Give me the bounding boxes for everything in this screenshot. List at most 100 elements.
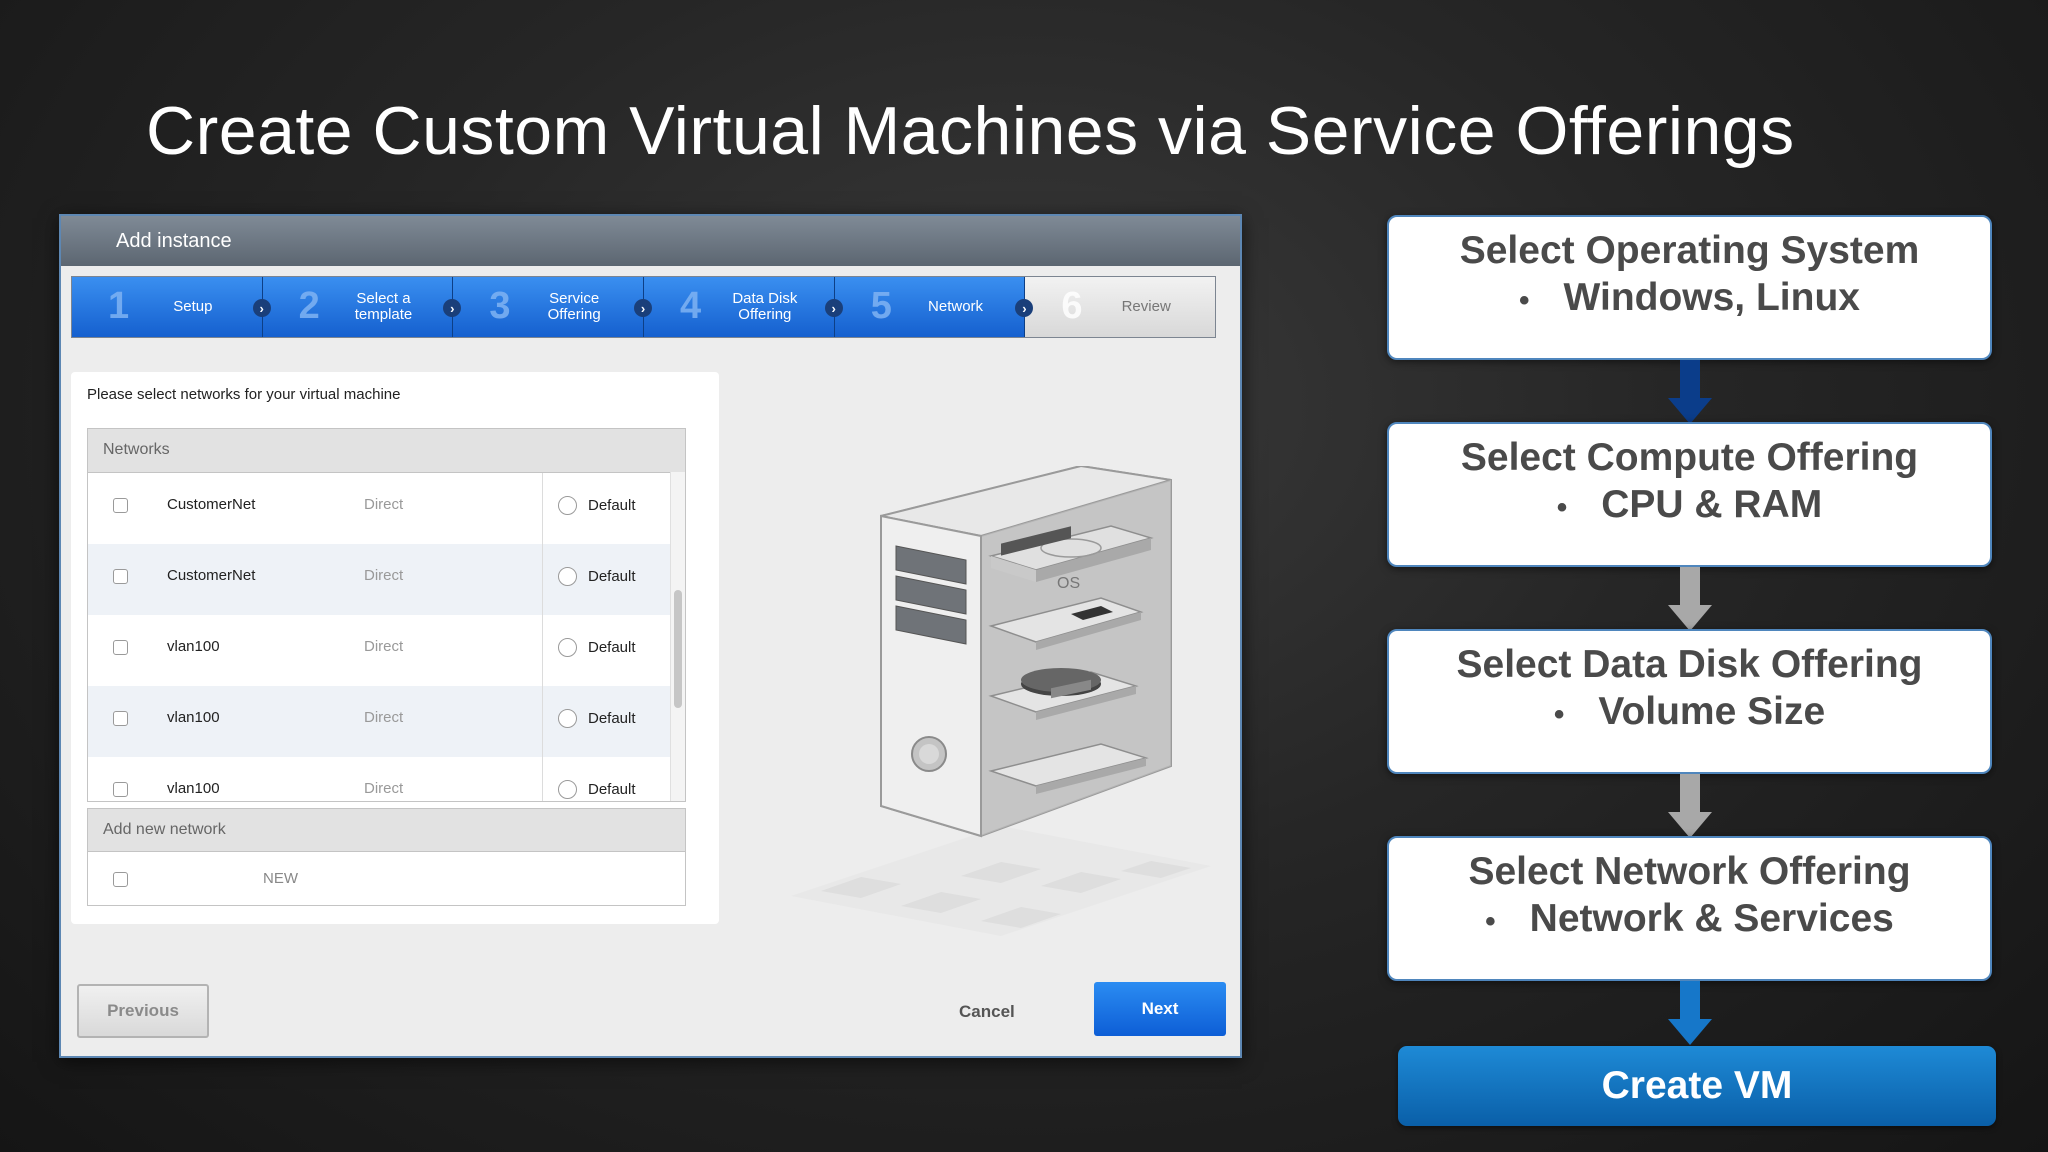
flow-step-compute-offering: Select Compute Offering • CPU & RAM — [1387, 422, 1992, 567]
network-name: CustomerNet — [167, 496, 256, 513]
network-checkbox[interactable] — [113, 640, 128, 655]
bullet-icon: • — [1556, 491, 1568, 524]
flow-step-title: Select Operating System — [1459, 229, 1920, 272]
flow-step-detail: • Network & Services — [1389, 897, 1990, 941]
bullet-icon: • — [1485, 905, 1496, 938]
step-number: 4 — [680, 285, 702, 327]
flow-detail-text: Network & Services — [1529, 897, 1894, 940]
network-row: CustomerNet Direct Default — [88, 473, 685, 544]
flow-step-detail: • Windows, Linux — [1389, 276, 1990, 320]
floor-grid — [791, 826, 1211, 936]
network-row: vlan100 Direct Default — [88, 757, 685, 801]
bullet-icon: • — [1519, 284, 1530, 317]
default-radio[interactable] — [558, 496, 577, 515]
column-divider — [542, 757, 543, 801]
networks-header: Networks — [88, 429, 685, 473]
flow-step-title: Select Network Offering — [1468, 850, 1911, 893]
network-checkbox[interactable] — [113, 498, 128, 513]
step-label: Network — [928, 298, 984, 315]
networks-scrollbar[interactable] — [670, 472, 685, 801]
flow-step-network-offering: Select Network Offering • Network & Servi… — [1387, 836, 1992, 981]
network-type: Direct — [364, 638, 404, 655]
add-new-network-section: Add new network NEW — [87, 808, 686, 906]
column-divider — [542, 473, 543, 544]
dialog-title: Add instance — [116, 230, 232, 252]
network-type: Direct — [364, 496, 404, 513]
wizard-step-network[interactable]: 5 Network › — [834, 277, 1034, 337]
flow-detail-text: Volume Size — [1598, 690, 1826, 733]
network-name: CustomerNet — [167, 567, 256, 584]
os-label: OS — [1057, 575, 1080, 592]
step-number: 1 — [108, 285, 130, 327]
step-label: Service Offering — [547, 290, 601, 323]
column-divider — [542, 544, 543, 615]
step-label: Review — [1121, 298, 1171, 315]
default-radio[interactable] — [558, 780, 577, 799]
flow-detail-text: CPU & RAM — [1601, 483, 1823, 526]
step-number: 3 — [489, 285, 511, 327]
create-vm-button[interactable]: Create VM — [1398, 1046, 1996, 1126]
down-arrow-icon — [1668, 360, 1712, 424]
add-network-header: Add new network — [88, 809, 685, 852]
wizard-step-data-disk[interactable]: 4 Data Disk Offering › — [644, 277, 843, 337]
network-type: Direct — [364, 780, 404, 797]
step-number: 5 — [870, 285, 892, 327]
default-label: Default — [588, 497, 636, 514]
chevron-right-icon: › — [824, 299, 843, 317]
column-divider — [542, 686, 543, 757]
step-label: Data Disk Offering — [732, 290, 798, 323]
network-checkbox[interactable] — [113, 569, 128, 584]
default-label: Default — [588, 710, 636, 727]
flow-step-data-disk-offering: Select Data Disk Offering • Volume Size — [1387, 629, 1992, 774]
step-number: 6 — [1061, 285, 1083, 327]
network-row: CustomerNet Direct Default — [88, 544, 685, 615]
next-button[interactable]: Next — [1094, 982, 1226, 1036]
default-radio[interactable] — [558, 709, 577, 728]
default-radio[interactable] — [558, 567, 577, 586]
computer-illustration: OS — [791, 466, 1211, 936]
cancel-button[interactable]: Cancel — [959, 1002, 1015, 1022]
wizard-steps: 1 Setup › 2 Select a template › 3 Servic… — [71, 276, 1216, 338]
down-arrow-icon — [1668, 774, 1712, 838]
flow-step-operating-system: Select Operating System • Windows, Linux — [1387, 215, 1992, 360]
new-network-checkbox[interactable] — [113, 872, 128, 887]
new-network-label: NEW — [263, 870, 298, 887]
wizard-step-template[interactable]: 2 Select a template › — [262, 277, 462, 337]
network-prompt: Please select networks for your virtual … — [87, 386, 401, 403]
network-selection-panel: Please select networks for your virtual … — [71, 372, 719, 924]
bullet-icon: • — [1553, 698, 1565, 731]
dialog-header: Add instance — [61, 216, 1240, 266]
down-arrow-icon — [1668, 981, 1712, 1045]
flow-step-detail: • Volume Size — [1389, 690, 1990, 734]
flow-step-detail: • CPU & RAM — [1389, 483, 1990, 527]
network-type: Direct — [364, 567, 404, 584]
network-row: vlan100 Direct Default — [88, 686, 685, 757]
flow-step-title: Select Compute Offering — [1460, 436, 1919, 479]
slide-title: Create Custom Virtual Machines via Servi… — [146, 93, 1795, 169]
wizard-step-review[interactable]: 6 Review — [1025, 277, 1216, 337]
network-type: Direct — [364, 709, 404, 726]
down-arrow-icon — [1668, 567, 1712, 631]
network-checkbox[interactable] — [113, 711, 128, 726]
previous-button[interactable]: Previous — [77, 984, 209, 1038]
scrollbar-thumb[interactable] — [674, 590, 682, 708]
network-checkbox[interactable] — [113, 782, 128, 797]
default-radio[interactable] — [558, 638, 577, 657]
step-number: 2 — [298, 285, 320, 327]
network-name: vlan100 — [167, 780, 220, 797]
flow-step-title: Select Data Disk Offering — [1456, 643, 1923, 686]
networks-table: Networks CustomerNet Direct Default Cust… — [87, 428, 686, 802]
step-label: Select a template — [354, 290, 413, 323]
network-name: vlan100 — [167, 638, 220, 655]
column-divider — [542, 615, 543, 686]
network-name: vlan100 — [167, 709, 220, 726]
wizard-step-setup[interactable]: 1 Setup › — [72, 277, 271, 337]
wizard-step-service-offering[interactable]: 3 Service Offering › — [453, 277, 653, 337]
default-label: Default — [588, 781, 636, 798]
flow-detail-text: Windows, Linux — [1563, 276, 1860, 319]
chevron-right-icon: › — [252, 299, 271, 317]
default-label: Default — [588, 639, 636, 656]
step-label: Setup — [173, 298, 213, 315]
network-row: vlan100 Direct Default — [88, 615, 685, 686]
new-network-row: NEW — [88, 852, 685, 906]
